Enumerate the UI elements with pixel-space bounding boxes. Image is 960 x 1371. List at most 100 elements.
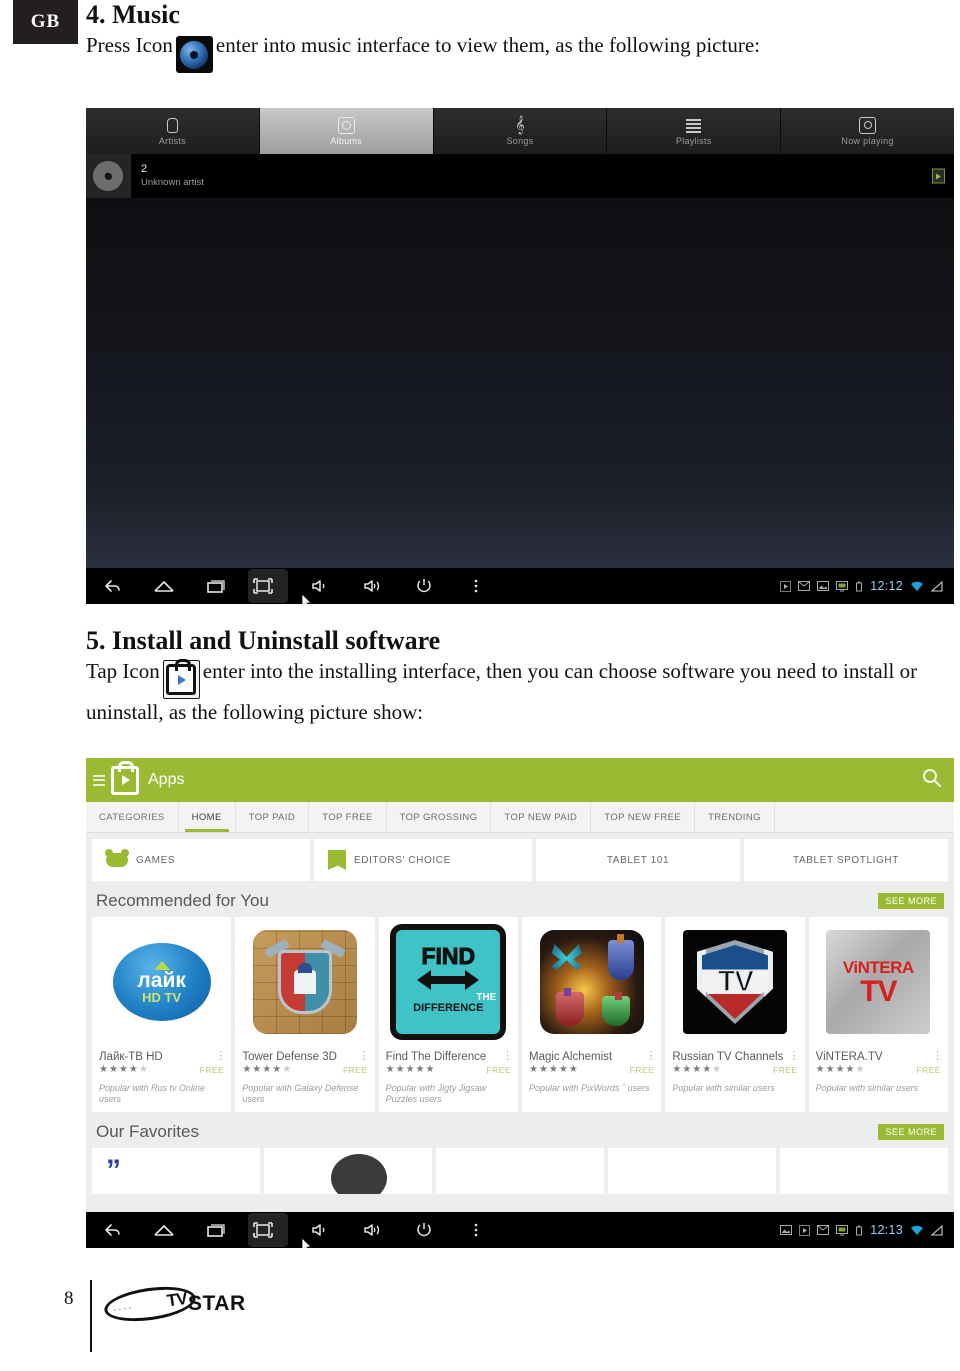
document-body: 4. Music Press Icon enter into music inte… xyxy=(86,0,960,74)
editors-choice-icon xyxy=(328,850,346,870)
overflow-menu-icon[interactable]: ⋮ xyxy=(502,1051,513,1062)
app-card[interactable]: Magic Alchemist ⋮ ★★★★★ FREE Popular wit… xyxy=(521,917,662,1112)
page-number: 8 xyxy=(64,1288,74,1309)
app-note: Popular with similar users xyxy=(815,1083,919,1093)
screenshot-button[interactable] xyxy=(242,1212,312,1248)
section-4-text-before: Press Icon xyxy=(86,32,173,57)
tab-top-new-paid[interactable]: TOP NEW PAID xyxy=(491,802,592,832)
section-4-title: 4. Music xyxy=(86,0,180,29)
app-info: Find The Difference ⋮ ★★★★★ FREE xyxy=(379,1047,518,1076)
tab-top-free[interactable]: TOP FREE xyxy=(309,802,387,832)
app-info: Magic Alchemist ⋮ ★★★★★ FREE xyxy=(522,1047,661,1076)
app-name: Find The Difference xyxy=(385,1051,487,1063)
play-icon[interactable] xyxy=(932,168,945,184)
logo-ellipse: ···· TV xyxy=(102,1281,198,1327)
logo-tv-text: TV xyxy=(165,1288,188,1311)
app-card[interactable] xyxy=(264,1147,432,1194)
app-note: Popular with Rus tv Online users xyxy=(99,1083,206,1105)
hamburger-menu-icon[interactable] xyxy=(93,774,105,786)
wifi-icon xyxy=(911,581,923,591)
volume-up-button[interactable] xyxy=(346,568,398,604)
overflow-menu-button[interactable] xyxy=(450,1212,502,1248)
app-icon-find-difference: FIND THE DIFFERENCE xyxy=(379,917,518,1047)
rating-stars: ★★★★★ xyxy=(672,1064,723,1075)
album-list-item[interactable]: 2 Unknown artist xyxy=(86,154,954,198)
volume-up-button[interactable] xyxy=(346,1212,398,1248)
display-icon xyxy=(836,1224,849,1235)
music-tab-now-playing[interactable]: Now playing xyxy=(781,108,954,154)
app-art-placeholder xyxy=(331,1153,388,1194)
quick-link-editors-choice[interactable]: EDITORS' CHOICE xyxy=(314,839,532,881)
quick-link-editors-choice-label: EDITORS' CHOICE xyxy=(354,854,451,866)
see-more-button-favorites[interactable]: SEE MORE xyxy=(878,1123,944,1140)
tab-trending[interactable]: TRENDING xyxy=(695,802,775,832)
overflow-menu-icon[interactable]: ⋮ xyxy=(359,1051,370,1062)
app-note: Popular with similar users xyxy=(672,1083,775,1093)
app-rating-row: ★★★★★ FREE xyxy=(242,1064,367,1075)
overflow-menu-icon[interactable]: ⋮ xyxy=(932,1051,943,1062)
app-name: Лайк-ТВ HD xyxy=(99,1051,163,1063)
see-more-button-recommended[interactable]: SEE MORE xyxy=(878,893,944,909)
app-name: Magic Alchemist xyxy=(528,1051,613,1063)
quick-link-games[interactable]: GAMES xyxy=(92,839,310,881)
power-button[interactable] xyxy=(398,568,450,604)
app-price: FREE xyxy=(486,1064,511,1075)
music-tab-playlists-label: Playlists xyxy=(675,135,712,146)
power-button[interactable] xyxy=(398,1212,450,1248)
album-meta: 2 Unknown artist xyxy=(131,162,204,190)
app-rating-row: ★★★★★ FREE xyxy=(672,1064,797,1075)
music-tab-songs-label: Songs xyxy=(506,135,534,146)
tvstar-logo: ···· TV STAR xyxy=(102,1281,246,1327)
recents-button[interactable] xyxy=(190,568,242,604)
app-rating-row: ★★★★★ FREE xyxy=(386,1064,511,1075)
app-info: ViNTERA.TV ⋮ ★★★★★ FREE xyxy=(809,1047,948,1076)
quick-link-tablet-101[interactable]: TABLET 101 xyxy=(536,839,740,881)
tab-top-grossing[interactable]: TOP GROSSING xyxy=(387,802,492,832)
app-card[interactable] xyxy=(608,1147,776,1194)
overflow-menu-icon[interactable]: ⋮ xyxy=(789,1051,800,1062)
app-card[interactable]: Tower Defense 3D ⋮ ★★★★★ FREE Popular wi… xyxy=(235,917,375,1112)
favorites-apps-row: ” xyxy=(86,1147,954,1194)
screenshot-button[interactable] xyxy=(242,568,312,604)
home-button[interactable] xyxy=(138,568,190,604)
music-tab-albums[interactable]: Albums xyxy=(259,108,434,154)
overflow-menu-icon[interactable]: ⋮ xyxy=(215,1051,226,1062)
recents-button[interactable] xyxy=(190,1212,242,1248)
logo-star-text: STAR xyxy=(188,1292,246,1315)
app-card[interactable]: TV Russian TV Channels ⋮ ★★★★★ FREE Popu… xyxy=(665,917,805,1112)
mail-icon xyxy=(798,581,811,591)
music-tab-artists[interactable]: Artists xyxy=(86,108,260,154)
app-card[interactable]: FIND THE DIFFERENCE Find The Difference … xyxy=(378,917,518,1112)
section-4-text-after: enter into music interface to view them,… xyxy=(215,32,760,57)
app-card[interactable]: ” xyxy=(92,1147,260,1194)
tab-categories[interactable]: CATEGORIES xyxy=(86,802,179,832)
app-price: FREE xyxy=(916,1064,941,1075)
music-tab-bar: Artists Albums 𝄞 Songs Playlists Now pla… xyxy=(86,108,954,154)
music-tab-songs[interactable]: 𝄞 Songs xyxy=(433,108,608,154)
mouse-cursor-icon xyxy=(301,593,312,604)
tab-top-new-free[interactable]: TOP NEW FREE xyxy=(591,802,696,832)
quick-link-tablet-spotlight[interactable]: TABLET SPOTLIGHT xyxy=(744,839,948,881)
mouse-cursor-icon xyxy=(301,1237,312,1248)
back-button[interactable] xyxy=(86,568,138,604)
overflow-menu-icon[interactable]: ⋮ xyxy=(645,1051,656,1062)
tab-top-paid[interactable]: TOP PAID xyxy=(236,802,310,832)
app-name: Tower Defense 3D xyxy=(242,1051,337,1063)
app-card[interactable]: ViNTERA TV ViNTERA.TV ⋮ ★★★★★ FREE Popul… xyxy=(808,917,948,1112)
home-button[interactable] xyxy=(138,1212,190,1248)
app-rating-row: ★★★★★ FREE xyxy=(99,1064,224,1075)
screenshot-status-icon xyxy=(780,1225,793,1235)
search-icon[interactable] xyxy=(922,768,942,793)
music-status-area: 12:12 xyxy=(780,579,954,593)
back-button[interactable] xyxy=(86,1212,138,1248)
app-card[interactable]: лайк HD TV Лайк-ТВ HD ⋮ ★★★★★ FREE Popul… xyxy=(92,917,232,1112)
overflow-menu-button[interactable] xyxy=(450,568,502,604)
tab-home[interactable]: HOME xyxy=(179,802,236,832)
app-card[interactable] xyxy=(436,1147,604,1194)
play-store-app-icon xyxy=(162,659,200,700)
music-tab-playlists[interactable]: Playlists xyxy=(607,108,782,154)
app-icon-vintera-tv: ViNTERA TV xyxy=(809,917,948,1047)
page-footer: 8 ···· TV STAR xyxy=(0,1278,960,1358)
app-card[interactable] xyxy=(780,1147,948,1194)
app-price: FREE xyxy=(772,1064,798,1075)
